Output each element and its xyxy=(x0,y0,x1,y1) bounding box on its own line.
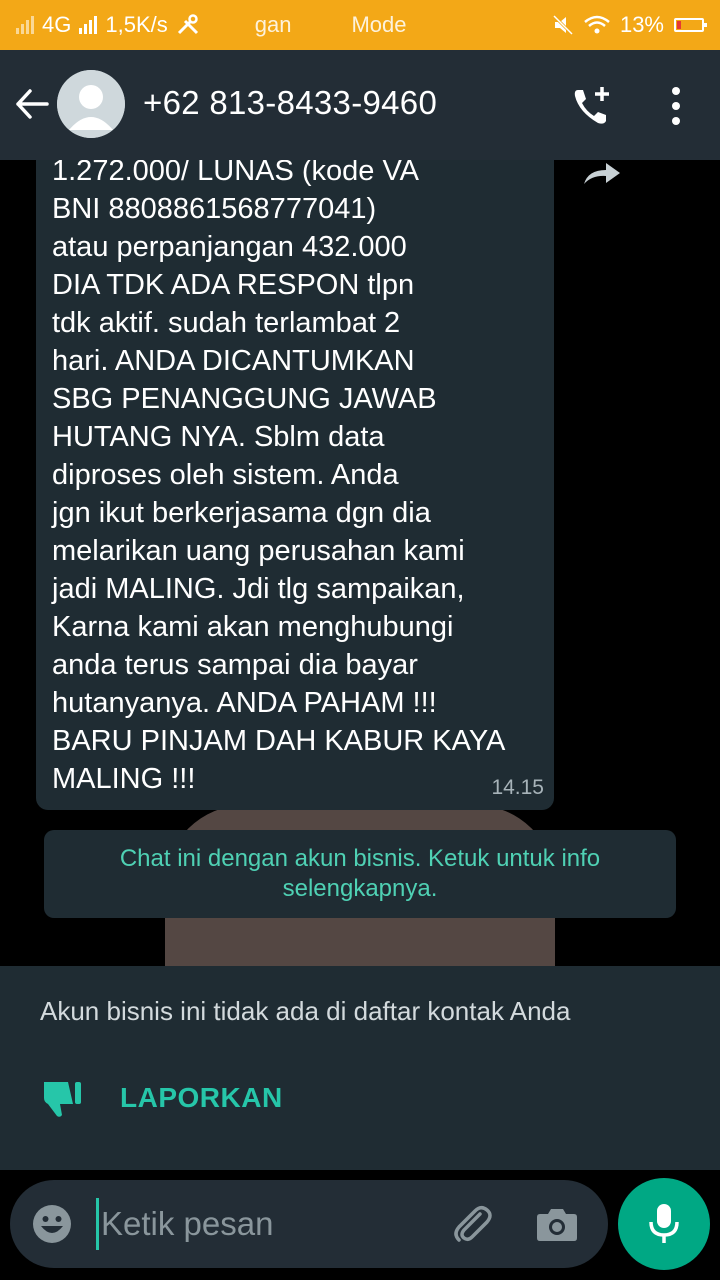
report-button[interactable]: LAPORKAN xyxy=(40,1078,283,1118)
not-in-contacts-text: Akun bisnis ini tidak ada di daftar kont… xyxy=(40,996,571,1026)
network-type: 4G xyxy=(42,12,72,37)
report-panel: Akun bisnis ini tidak ada di daftar kont… xyxy=(0,966,720,1170)
status-text-left: gan xyxy=(254,12,292,37)
message-bubble[interactable]: 1.272.000/ LUNAS (kode VA BNI 8808861568… xyxy=(36,160,554,810)
add-call-icon[interactable] xyxy=(570,84,614,128)
business-account-notice[interactable]: Chat ini dengan akun bisnis. Ketuk untuk… xyxy=(44,830,676,918)
wifi-icon xyxy=(584,15,610,34)
message-composer xyxy=(10,1180,608,1268)
avatar[interactable] xyxy=(57,70,125,138)
signal-icon-2 xyxy=(79,16,98,34)
message-text: 1.272.000/ LUNAS (kode VA BNI 8808861568… xyxy=(52,160,506,795)
battery-icon xyxy=(674,18,707,32)
network-speed: 1,5K/s xyxy=(105,12,168,37)
back-arrow-icon[interactable] xyxy=(14,88,50,120)
report-label: LAPORKAN xyxy=(120,1082,283,1113)
forward-icon[interactable] xyxy=(582,160,622,186)
status-center: gan Mode xyxy=(200,12,552,38)
status-left: 4G 1,5K/s xyxy=(16,12,200,38)
message-input[interactable] xyxy=(96,1198,436,1250)
thumbs-down-icon xyxy=(44,1082,81,1117)
status-bar: 4G 1,5K/s gan Mode 13% xyxy=(0,0,720,50)
status-text-right: Mode xyxy=(351,12,407,37)
mic-icon xyxy=(649,1204,679,1243)
status-right: 13% xyxy=(552,12,707,38)
signal-icon xyxy=(16,16,34,34)
mic-button[interactable] xyxy=(618,1178,710,1270)
attach-icon[interactable] xyxy=(450,1202,494,1246)
message-time: 14.15 xyxy=(491,776,544,799)
default-avatar-icon xyxy=(57,70,125,138)
camera-icon[interactable] xyxy=(536,1206,578,1242)
battery-percent: 13% xyxy=(619,12,664,37)
contact-name[interactable]: +62 813-8433-9460 xyxy=(143,84,437,122)
tools-icon xyxy=(177,14,198,35)
emoji-icon[interactable] xyxy=(32,1204,72,1244)
chat-header: +62 813-8433-9460 xyxy=(0,50,720,160)
mute-icon xyxy=(552,14,574,36)
more-vert-icon[interactable] xyxy=(668,86,684,126)
chat-area[interactable]: 1.272.000/ LUNAS (kode VA BNI 8808861568… xyxy=(0,160,720,1170)
